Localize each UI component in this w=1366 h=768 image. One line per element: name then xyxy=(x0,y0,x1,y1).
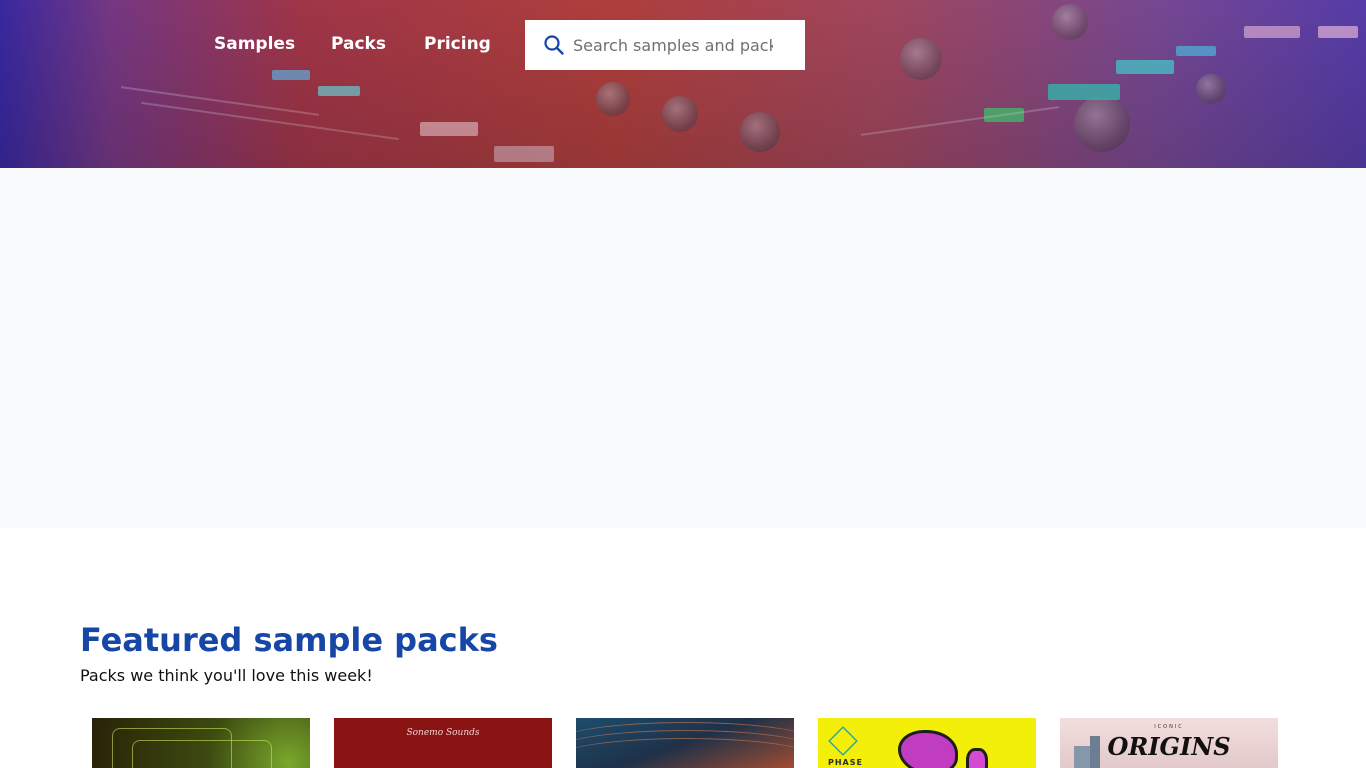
mixer-pad-decoration xyxy=(1116,60,1174,74)
pack-card[interactable]: PHASE xyxy=(818,718,1036,768)
mixer-fader-decoration xyxy=(860,106,1060,136)
nav-link-samples[interactable]: Samples xyxy=(214,34,295,54)
mixer-knob-decoration xyxy=(596,82,630,116)
mixer-pad-decoration xyxy=(494,146,554,162)
mixer-knob-decoration xyxy=(1196,74,1226,104)
mixer-knob-decoration xyxy=(900,38,942,80)
hero-header: Samples Packs Pricing xyxy=(0,0,1366,168)
phase-logo-icon xyxy=(828,726,858,756)
mixer-pad-decoration xyxy=(272,70,310,80)
nav-link-pricing[interactable]: Pricing xyxy=(424,34,491,54)
mixer-pad-decoration xyxy=(1048,84,1120,100)
mixer-fader-decoration xyxy=(120,86,320,116)
pack-cover-text: PHASE xyxy=(828,758,863,767)
pack-card[interactable] xyxy=(92,718,310,768)
promo-banner-area xyxy=(0,168,1366,528)
pack-card[interactable] xyxy=(576,718,794,768)
search-box xyxy=(525,20,805,70)
mixer-pad-decoration xyxy=(420,122,478,136)
pack-card[interactable]: ICONIC ORIGINS xyxy=(1060,718,1278,768)
featured-title: Featured sample packs xyxy=(80,621,498,659)
cover-art xyxy=(132,740,272,768)
mixer-pad-decoration xyxy=(1318,26,1358,38)
mixer-pad-decoration xyxy=(984,108,1024,122)
mixer-fader-decoration xyxy=(141,101,399,141)
cover-art xyxy=(576,738,794,768)
search-input[interactable] xyxy=(573,30,773,60)
mixer-knob-decoration xyxy=(1074,96,1130,152)
cover-art xyxy=(898,730,958,768)
mixer-pad-decoration xyxy=(1244,26,1300,38)
mixer-pad-decoration xyxy=(318,86,360,96)
featured-packs-row: Sonemo Sounds PHASE ICONIC ORIGINS xyxy=(92,718,1278,768)
mixer-knob-decoration xyxy=(662,96,698,132)
cover-art xyxy=(966,748,988,768)
mixer-knob-decoration xyxy=(1052,4,1088,40)
nav-link-packs[interactable]: Packs xyxy=(331,34,386,54)
pack-cover-text: ORIGINS xyxy=(1107,732,1231,761)
search-icon[interactable] xyxy=(525,20,573,70)
pack-cover-subtext: ICONIC xyxy=(1154,724,1184,730)
featured-section: Featured sample packs Packs we think you… xyxy=(80,620,498,685)
featured-subtitle: Packs we think you'll love this week! xyxy=(80,666,373,685)
pack-card[interactable]: Sonemo Sounds xyxy=(334,718,552,768)
mixer-pad-decoration xyxy=(1176,46,1216,56)
pack-cover-text: Sonemo Sounds xyxy=(406,728,480,738)
mixer-knob-decoration xyxy=(740,112,780,152)
